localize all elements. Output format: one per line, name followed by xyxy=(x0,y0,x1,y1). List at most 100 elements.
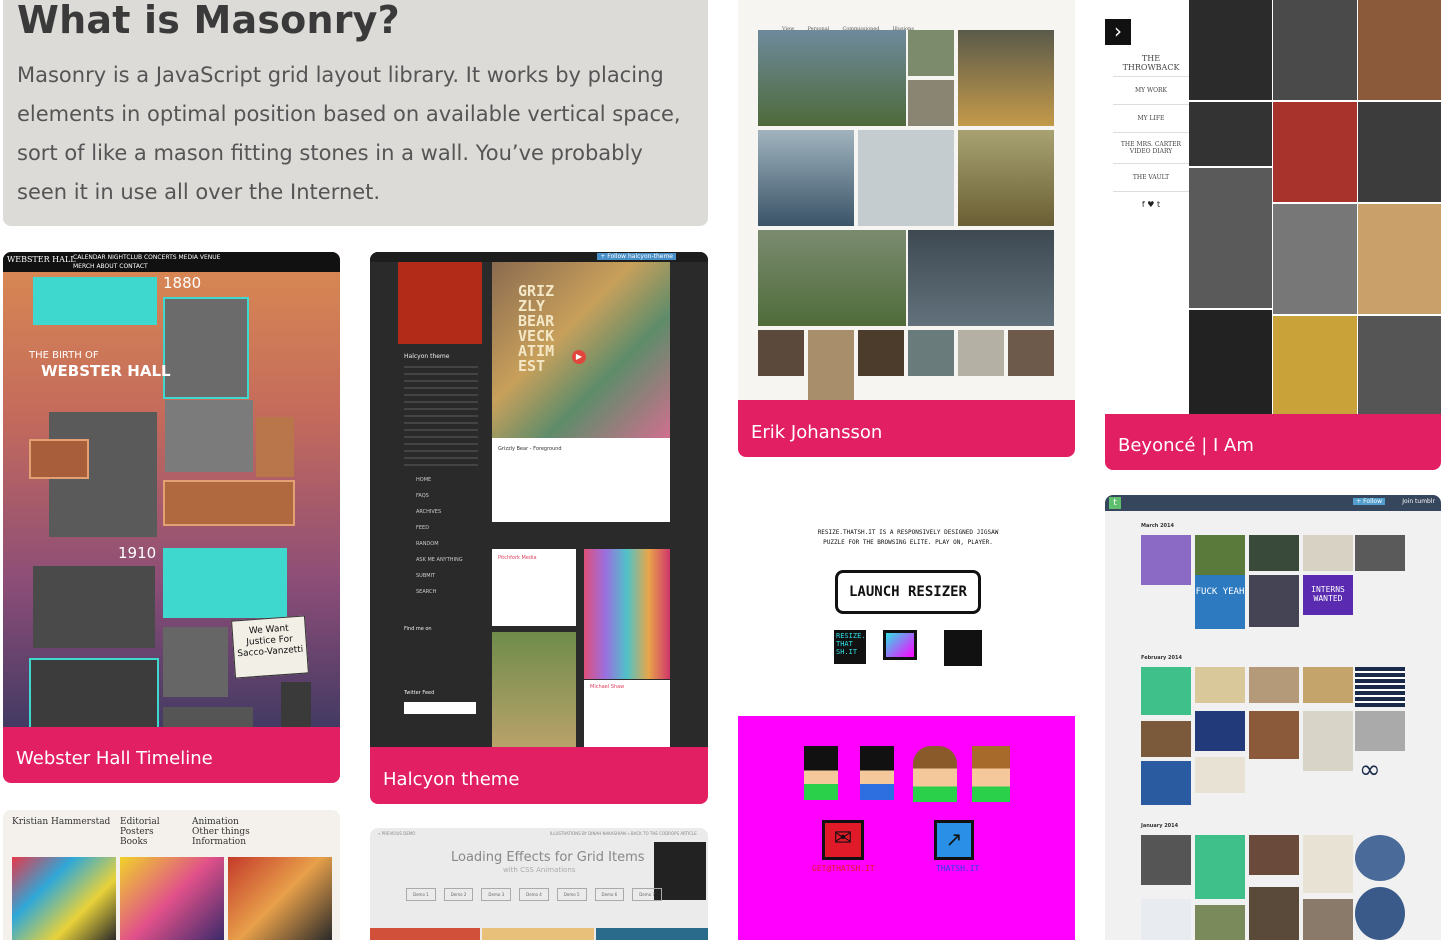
tumblr-post-13[interactable] xyxy=(1355,667,1405,707)
demo-7-button[interactable]: Demo 7 xyxy=(632,888,662,901)
erik-photo-8 xyxy=(758,230,906,326)
resizer-email-link[interactable]: GET@THATSH.IT xyxy=(812,864,875,873)
resizer-social-tile[interactable] xyxy=(944,630,982,666)
kristian-link-editorial[interactable]: Editorial xyxy=(120,817,160,827)
card-halcyon-theme[interactable]: + Follow halcyon-theme Halcyon theme HOM… xyxy=(370,252,708,804)
demo-2-button[interactable]: Demo 2 xyxy=(443,888,474,901)
tumblr-post-16[interactable] xyxy=(1249,711,1299,759)
erik-photo-6 xyxy=(858,130,954,226)
card-caption: Halcyon theme xyxy=(383,769,520,790)
resizer-site-link[interactable]: THATSH.IT xyxy=(936,864,979,873)
erik-photo-1 xyxy=(758,30,906,126)
kristian-link-books[interactable]: Books xyxy=(120,837,160,847)
kristian-col2: Animation Other things Information xyxy=(192,817,250,847)
tumblr-post-10[interactable] xyxy=(1195,667,1245,703)
card-webster-hall[interactable]: WEBSTER HALL CALENDAR NIGHTCLUB CONCERTS… xyxy=(3,252,340,783)
play-icon[interactable]: ▶ xyxy=(572,350,586,364)
kristian-link-posters[interactable]: Posters xyxy=(120,827,160,837)
tumblr-join-link[interactable]: Join tumblr xyxy=(1402,498,1435,505)
resizer-logo-tile[interactable]: RESIZE. THAT SH.IT xyxy=(834,630,866,664)
glasses-icon[interactable]: ∞ xyxy=(1359,757,1405,783)
beyonce-photo-4 xyxy=(1189,102,1272,166)
tumblr-post-21[interactable] xyxy=(1141,835,1191,885)
card-loading-effects[interactable]: « PREVIOUS DEMO ILLUSTRATIONS BY DINAH N… xyxy=(370,828,708,940)
erik-photo-15 xyxy=(1008,330,1054,376)
tumblr-post-28[interactable] xyxy=(1249,887,1299,940)
card-tumblr-archive[interactable]: t + Follow Join tumblr March 2014 FUCK Y… xyxy=(1105,495,1441,940)
halcyon-nav-search[interactable]: SEARCH xyxy=(404,589,480,605)
halcyon-nav-faqs[interactable]: FAQS xyxy=(404,493,480,509)
resizer-window-icon[interactable] xyxy=(883,630,917,660)
tumblr-post-17[interactable] xyxy=(1303,711,1353,771)
tumblr-post-24[interactable] xyxy=(1303,835,1353,893)
halcyon-nav-submit[interactable]: SUBMIT xyxy=(404,573,480,589)
kristian-art-2[interactable] xyxy=(120,857,224,940)
beyonce-photo-10 xyxy=(1189,310,1272,414)
tumblr-post-6[interactable]: FUCK YEAH xyxy=(1195,575,1245,629)
halcyon-nav-random[interactable]: RANDOM xyxy=(404,541,480,557)
kristian-link-other[interactable]: Other things xyxy=(192,827,250,837)
halcyon-post-2: Pitchfork Media xyxy=(492,549,576,626)
loading-back-link[interactable]: ILLUSTRATIONS BY DINAH NAKASHIAN « BACK … xyxy=(550,831,697,836)
card-resizer[interactable]: RESIZE.THATSH.IT IS A RESPONSIVELY DESIG… xyxy=(738,490,1075,940)
tumblr-post-30[interactable] xyxy=(1355,887,1405,940)
tumblr-post-7[interactable] xyxy=(1249,575,1299,627)
tumblr-post-5[interactable] xyxy=(1355,535,1405,571)
resizer-pink-panel: ✉ ↗ GET@THATSH.IT THATSH.IT xyxy=(738,716,1075,940)
demo-1-button[interactable]: Demo 1 xyxy=(406,888,436,901)
beyonce-menu-my-work[interactable]: MY WORK xyxy=(1113,77,1189,105)
tumblr-post-22[interactable] xyxy=(1195,835,1245,899)
tumblr-logo-icon[interactable]: t xyxy=(1109,497,1121,509)
kristian-link-animation[interactable]: Animation xyxy=(192,817,250,827)
halcyon-nav-archives[interactable]: ARCHIVES xyxy=(404,509,480,525)
kristian-link-information[interactable]: Information xyxy=(192,837,250,847)
tumblr-post-1[interactable] xyxy=(1141,535,1191,585)
launch-resizer-button[interactable]: LAUNCH RESIZER xyxy=(835,570,981,614)
tumblr-post-27[interactable] xyxy=(1195,905,1245,940)
social-icons[interactable]: f ♥ t xyxy=(1113,192,1189,217)
tumblr-post-20[interactable] xyxy=(1195,757,1245,793)
card-beyonce[interactable]: › THE THROWBACK MY WORK MY LIFE THE MRS.… xyxy=(1105,0,1441,470)
demo-5-button[interactable]: Demo 5 xyxy=(556,888,587,901)
beyonce-photo-9 xyxy=(1358,204,1441,314)
halcyon-poster-text: GRIZ ZLY BEAR VECK ATIM EST xyxy=(518,282,555,375)
tumblr-post-29[interactable] xyxy=(1303,899,1353,940)
tumblr-post-25[interactable] xyxy=(1355,835,1405,881)
tumblr-post-15[interactable] xyxy=(1195,711,1245,751)
halcyon-follow-button[interactable]: + Follow halcyon-theme xyxy=(597,253,676,260)
mail-icon[interactable]: ✉ xyxy=(822,820,864,860)
tumblr-post-8[interactable]: INTERNS WANTED xyxy=(1303,575,1353,615)
external-link-icon[interactable]: ↗ xyxy=(934,820,974,860)
tumblr-post-23[interactable] xyxy=(1249,835,1299,875)
demo-6-button[interactable]: Demo 6 xyxy=(594,888,625,901)
tumblr-post-18[interactable] xyxy=(1355,711,1405,751)
kristian-name: Kristian Hammerstad xyxy=(12,817,111,827)
beyonce-menu-throwback[interactable]: THE THROWBACK xyxy=(1113,50,1189,77)
tumblr-post-2[interactable] xyxy=(1195,535,1245,575)
halcyon-nav-ask[interactable]: ASK ME ANYTHING xyxy=(404,557,480,573)
arrow-right-icon[interactable]: › xyxy=(1105,19,1131,45)
intro-panel: What is Masonry? Masonry is a JavaScript… xyxy=(3,0,708,226)
tumblr-post-4[interactable] xyxy=(1303,535,1353,571)
beyonce-menu-my-life[interactable]: MY LIFE xyxy=(1113,105,1189,133)
kristian-art-1[interactable] xyxy=(12,857,116,940)
tumblr-post-11[interactable] xyxy=(1249,667,1299,703)
tumblr-post-14[interactable] xyxy=(1141,721,1191,757)
loading-prev-demo-link[interactable]: « PREVIOUS DEMO xyxy=(378,831,415,836)
demo-3-button[interactable]: Demo 3 xyxy=(481,888,512,901)
beyonce-menu-vault[interactable]: THE VAULT xyxy=(1113,164,1189,192)
tumblr-post-12[interactable] xyxy=(1303,667,1353,703)
kristian-art-3[interactable] xyxy=(228,857,332,940)
tumblr-post-9[interactable] xyxy=(1141,667,1191,715)
halcyon-album-cover: GRIZ ZLY BEAR VECK ATIM EST ▶ xyxy=(492,262,670,438)
tumblr-post-26[interactable] xyxy=(1141,899,1191,940)
card-erik-johansson[interactable]: View Personal Commissioned Illusions Eri… xyxy=(738,0,1075,457)
tumblr-post-19[interactable] xyxy=(1141,761,1191,805)
demo-4-button[interactable]: Demo 4 xyxy=(519,888,549,901)
tumblr-post-3[interactable] xyxy=(1249,535,1299,571)
card-kristian-hammerstad[interactable]: Kristian Hammerstad Editorial Posters Bo… xyxy=(3,810,340,940)
halcyon-nav-home[interactable]: HOME xyxy=(404,477,480,493)
halcyon-nav-feed[interactable]: FEED xyxy=(404,525,480,541)
beyonce-menu-video-diary[interactable]: THE MRS. CARTER VIDEO DIARY xyxy=(1113,133,1189,164)
tumblr-follow-button[interactable]: + Follow xyxy=(1353,498,1385,505)
